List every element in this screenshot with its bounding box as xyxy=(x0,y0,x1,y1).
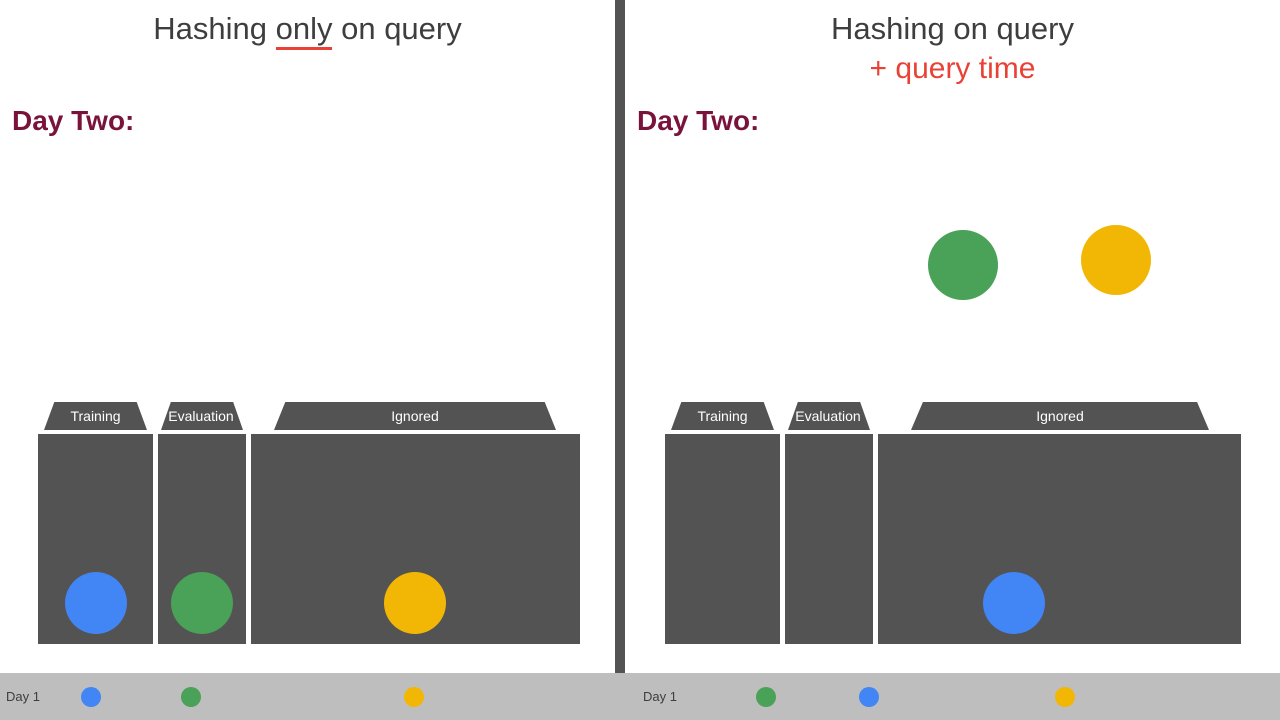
title-pre: Hashing xyxy=(153,11,275,46)
tl-right-dot-blue xyxy=(859,687,879,707)
tl-right-dot-yellow xyxy=(1055,687,1075,707)
r-training-label: Training xyxy=(671,402,774,430)
right-day-label: Day Two: xyxy=(637,105,759,137)
left-panel: Hashing only on query Day Two: Training … xyxy=(0,0,615,720)
tl-right-dot-green xyxy=(756,687,776,707)
right-title-line1: Hashing on query xyxy=(831,11,1074,46)
tl-left-dot-green xyxy=(181,687,201,707)
left-bins: Training Evaluation Ignored xyxy=(38,402,580,644)
r-evaluation-bin xyxy=(785,434,873,644)
r-ignored-bin xyxy=(878,434,1241,644)
r-evaluation-label: Evaluation xyxy=(783,402,873,430)
evaluation-label: Evaluation xyxy=(156,402,246,430)
timeline-label-left: Day 1 xyxy=(6,689,40,704)
ball-green xyxy=(171,572,233,634)
float-ball-yellow xyxy=(1081,225,1151,295)
ignored-label: Ignored xyxy=(274,402,556,430)
left-title: Hashing only on query xyxy=(0,10,615,49)
right-panel: Hashing on query + query time Day Two: T… xyxy=(625,0,1280,720)
tl-left-dot-yellow xyxy=(404,687,424,707)
title-post: on query xyxy=(332,11,461,46)
vertical-divider xyxy=(615,0,625,720)
r-ignored-label: Ignored xyxy=(911,402,1209,430)
timeline: Day 1 Day 1 xyxy=(0,673,1280,720)
right-bins: Training Evaluation Ignored xyxy=(645,402,1225,644)
r-ball-blue xyxy=(983,572,1045,634)
timeline-label-right: Day 1 xyxy=(643,689,677,704)
left-day-label: Day Two: xyxy=(12,105,134,137)
right-title: Hashing on query + query time xyxy=(625,10,1280,88)
title-underline: only xyxy=(276,11,333,50)
right-title-line2: + query time xyxy=(870,52,1036,85)
ball-yellow xyxy=(384,572,446,634)
r-training-bin xyxy=(665,434,780,644)
float-ball-green xyxy=(928,230,998,300)
tl-left-dot-blue xyxy=(81,687,101,707)
ball-blue xyxy=(65,572,127,634)
training-label: Training xyxy=(44,402,147,430)
